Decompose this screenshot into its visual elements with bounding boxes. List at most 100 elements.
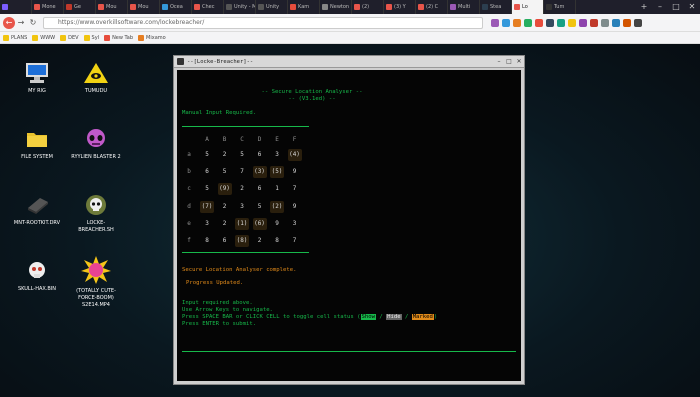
terminal-minimize-button[interactable]: – [494, 58, 504, 65]
browser-tab[interactable]: Unity [256, 0, 288, 14]
terminal-title-bar[interactable]: --[Locke-Breacher]-- – □ ✕ [174, 56, 524, 68]
browser-tab[interactable]: Mou [128, 0, 160, 14]
grid-cell[interactable]: 9 [288, 166, 302, 178]
extension-icon[interactable] [623, 18, 631, 27]
extension-icon[interactable] [579, 18, 587, 27]
grid-cell[interactable]: 5 [235, 149, 249, 161]
new-tab-button[interactable]: + [636, 0, 652, 14]
grid-cell[interactable]: (5) [270, 166, 284, 179]
browser-tab[interactable]: Ge [64, 0, 96, 14]
maximize-button[interactable]: □ [668, 0, 684, 14]
extension-icon[interactable] [513, 18, 521, 27]
grid-cell[interactable]: 5 [200, 183, 214, 195]
desktop-icon-tumudu[interactable]: TUMUDU [71, 62, 121, 95]
grid-cell[interactable]: 7 [235, 166, 249, 178]
browser-tab[interactable]: Lo [512, 0, 544, 14]
extension-icon[interactable] [546, 18, 554, 27]
grid-cell[interactable]: (6) [252, 217, 267, 230]
grid-cell[interactable]: 2 [218, 218, 232, 230]
grid-cell[interactable]: 1 [270, 183, 284, 195]
grid-cell[interactable]: (3) [252, 166, 267, 179]
extension-icon[interactable] [502, 18, 510, 27]
desktop-icon-mnt-rootkit[interactable]: MNT-ROOTKIT.DRV [12, 194, 62, 227]
extension-icon[interactable] [557, 18, 565, 27]
desktop-icon-file-system[interactable]: FILE SYSTEM [12, 128, 62, 161]
browser-tab[interactable]: Newton [320, 0, 352, 14]
grid-cell[interactable]: 3 [288, 218, 302, 230]
marked-status-button[interactable]: Marked [411, 314, 434, 320]
bookmark-item[interactable]: Syl [83, 34, 99, 41]
grid-cell[interactable]: 2 [253, 235, 267, 247]
grid-cell[interactable]: (8) [235, 235, 249, 247]
browser-tab[interactable]: Ocea [160, 0, 192, 14]
starburst-icon [81, 256, 111, 284]
grid-cell[interactable]: (9) [217, 183, 232, 196]
browser-tab[interactable]: (2) [352, 0, 384, 14]
menu-icon[interactable] [634, 18, 642, 27]
extension-icon[interactable] [601, 18, 609, 27]
reload-button[interactable]: ↻ [27, 17, 39, 29]
browser-tab[interactable]: Mone [32, 0, 64, 14]
grid-column-header: A [205, 136, 209, 143]
tab-label: Ocea [170, 4, 183, 10]
grid-cell[interactable]: 9 [270, 218, 284, 230]
bookmark-item[interactable]: WWW [32, 34, 55, 41]
grid-cell[interactable]: 2 [235, 183, 249, 195]
grid-cell[interactable]: 2 [218, 201, 232, 213]
browser-tab[interactable]: Unity - M [224, 0, 256, 14]
grid-cell[interactable]: 8 [200, 235, 214, 247]
grid-cell[interactable]: (1) [235, 217, 249, 230]
hide-status-button[interactable]: Hide [386, 314, 402, 320]
extension-icon[interactable] [524, 18, 532, 27]
browser-tab[interactable]: Mou [96, 0, 128, 14]
grid-cell[interactable]: 5 [253, 201, 267, 213]
grid-cell[interactable]: 3 [200, 218, 214, 230]
browser-tab[interactable]: Kam [288, 0, 320, 14]
grid-cell[interactable]: (7) [200, 200, 214, 213]
browser-tab[interactable]: (3) Y [384, 0, 416, 14]
terminal-maximize-button[interactable]: □ [504, 58, 514, 65]
browser-tab[interactable]: Stea [480, 0, 512, 14]
bookmark-item[interactable]: New Tab [104, 34, 133, 41]
extension-icon[interactable] [568, 18, 576, 27]
grid-cell[interactable]: 6 [253, 149, 267, 161]
extension-icon[interactable] [535, 18, 543, 27]
browser-tab[interactable]: (2) C [416, 0, 448, 14]
grid-cell[interactable]: 5 [218, 166, 232, 178]
grid-cell[interactable]: 7 [288, 235, 302, 247]
terminal-close-button[interactable]: ✕ [514, 58, 524, 65]
show-status-button[interactable]: Show [360, 314, 376, 320]
url-bar[interactable]: https://www.overkillsoftware.com/lockebr… [43, 16, 483, 29]
browser-tab[interactable]: Multi [448, 0, 480, 14]
grid-cell[interactable]: 3 [270, 149, 284, 161]
grid-cell[interactable]: 9 [288, 201, 302, 213]
close-window-button[interactable]: ✕ [684, 0, 700, 14]
extension-icon[interactable] [590, 18, 598, 27]
browser-tab[interactable]: Tum [544, 0, 576, 14]
desktop-icon-my-rig[interactable]: MY RIG [12, 62, 62, 95]
grid-cell[interactable]: 6 [253, 183, 267, 195]
back-button[interactable]: ← [3, 16, 15, 29]
desktop-icon-cute-force-boom[interactable]: (TOTALLY CUTE-FORCE-BOOM) S2E14.MP4 [71, 256, 121, 309]
browser-tab[interactable]: Chec [192, 0, 224, 14]
grid-cell[interactable]: 8 [270, 235, 284, 247]
browser-tab[interactable] [0, 0, 32, 14]
desktop-icon-skull-hax[interactable]: SKULL-HAX.BIN [12, 260, 62, 293]
extension-icon[interactable] [612, 18, 620, 27]
grid-cell[interactable]: 6 [218, 235, 232, 247]
desktop-icon-locke-breacher[interactable]: LOCKE-BREACHER.SH [71, 194, 121, 234]
extension-icon[interactable] [491, 18, 499, 27]
grid-cell[interactable]: (2) [270, 200, 284, 213]
grid-cell[interactable]: 7 [288, 183, 302, 195]
bookmark-item[interactable]: DEV [60, 34, 79, 41]
bookmark-item[interactable]: Mixamo [138, 34, 166, 41]
grid-cell[interactable]: 2 [218, 149, 232, 161]
minimize-button[interactable]: – [652, 0, 668, 14]
grid-cell[interactable]: 5 [200, 149, 214, 161]
grid-cell[interactable]: 6 [200, 166, 214, 178]
grid-cell[interactable]: 3 [235, 201, 249, 213]
bookmark-item[interactable]: PLANS [3, 34, 27, 41]
desktop-icon-ryylien-blaster[interactable]: RYYLIEN BLASTER 2 [71, 128, 121, 161]
grid-cell[interactable]: (4) [287, 149, 302, 161]
forward-button[interactable]: → [15, 17, 27, 29]
